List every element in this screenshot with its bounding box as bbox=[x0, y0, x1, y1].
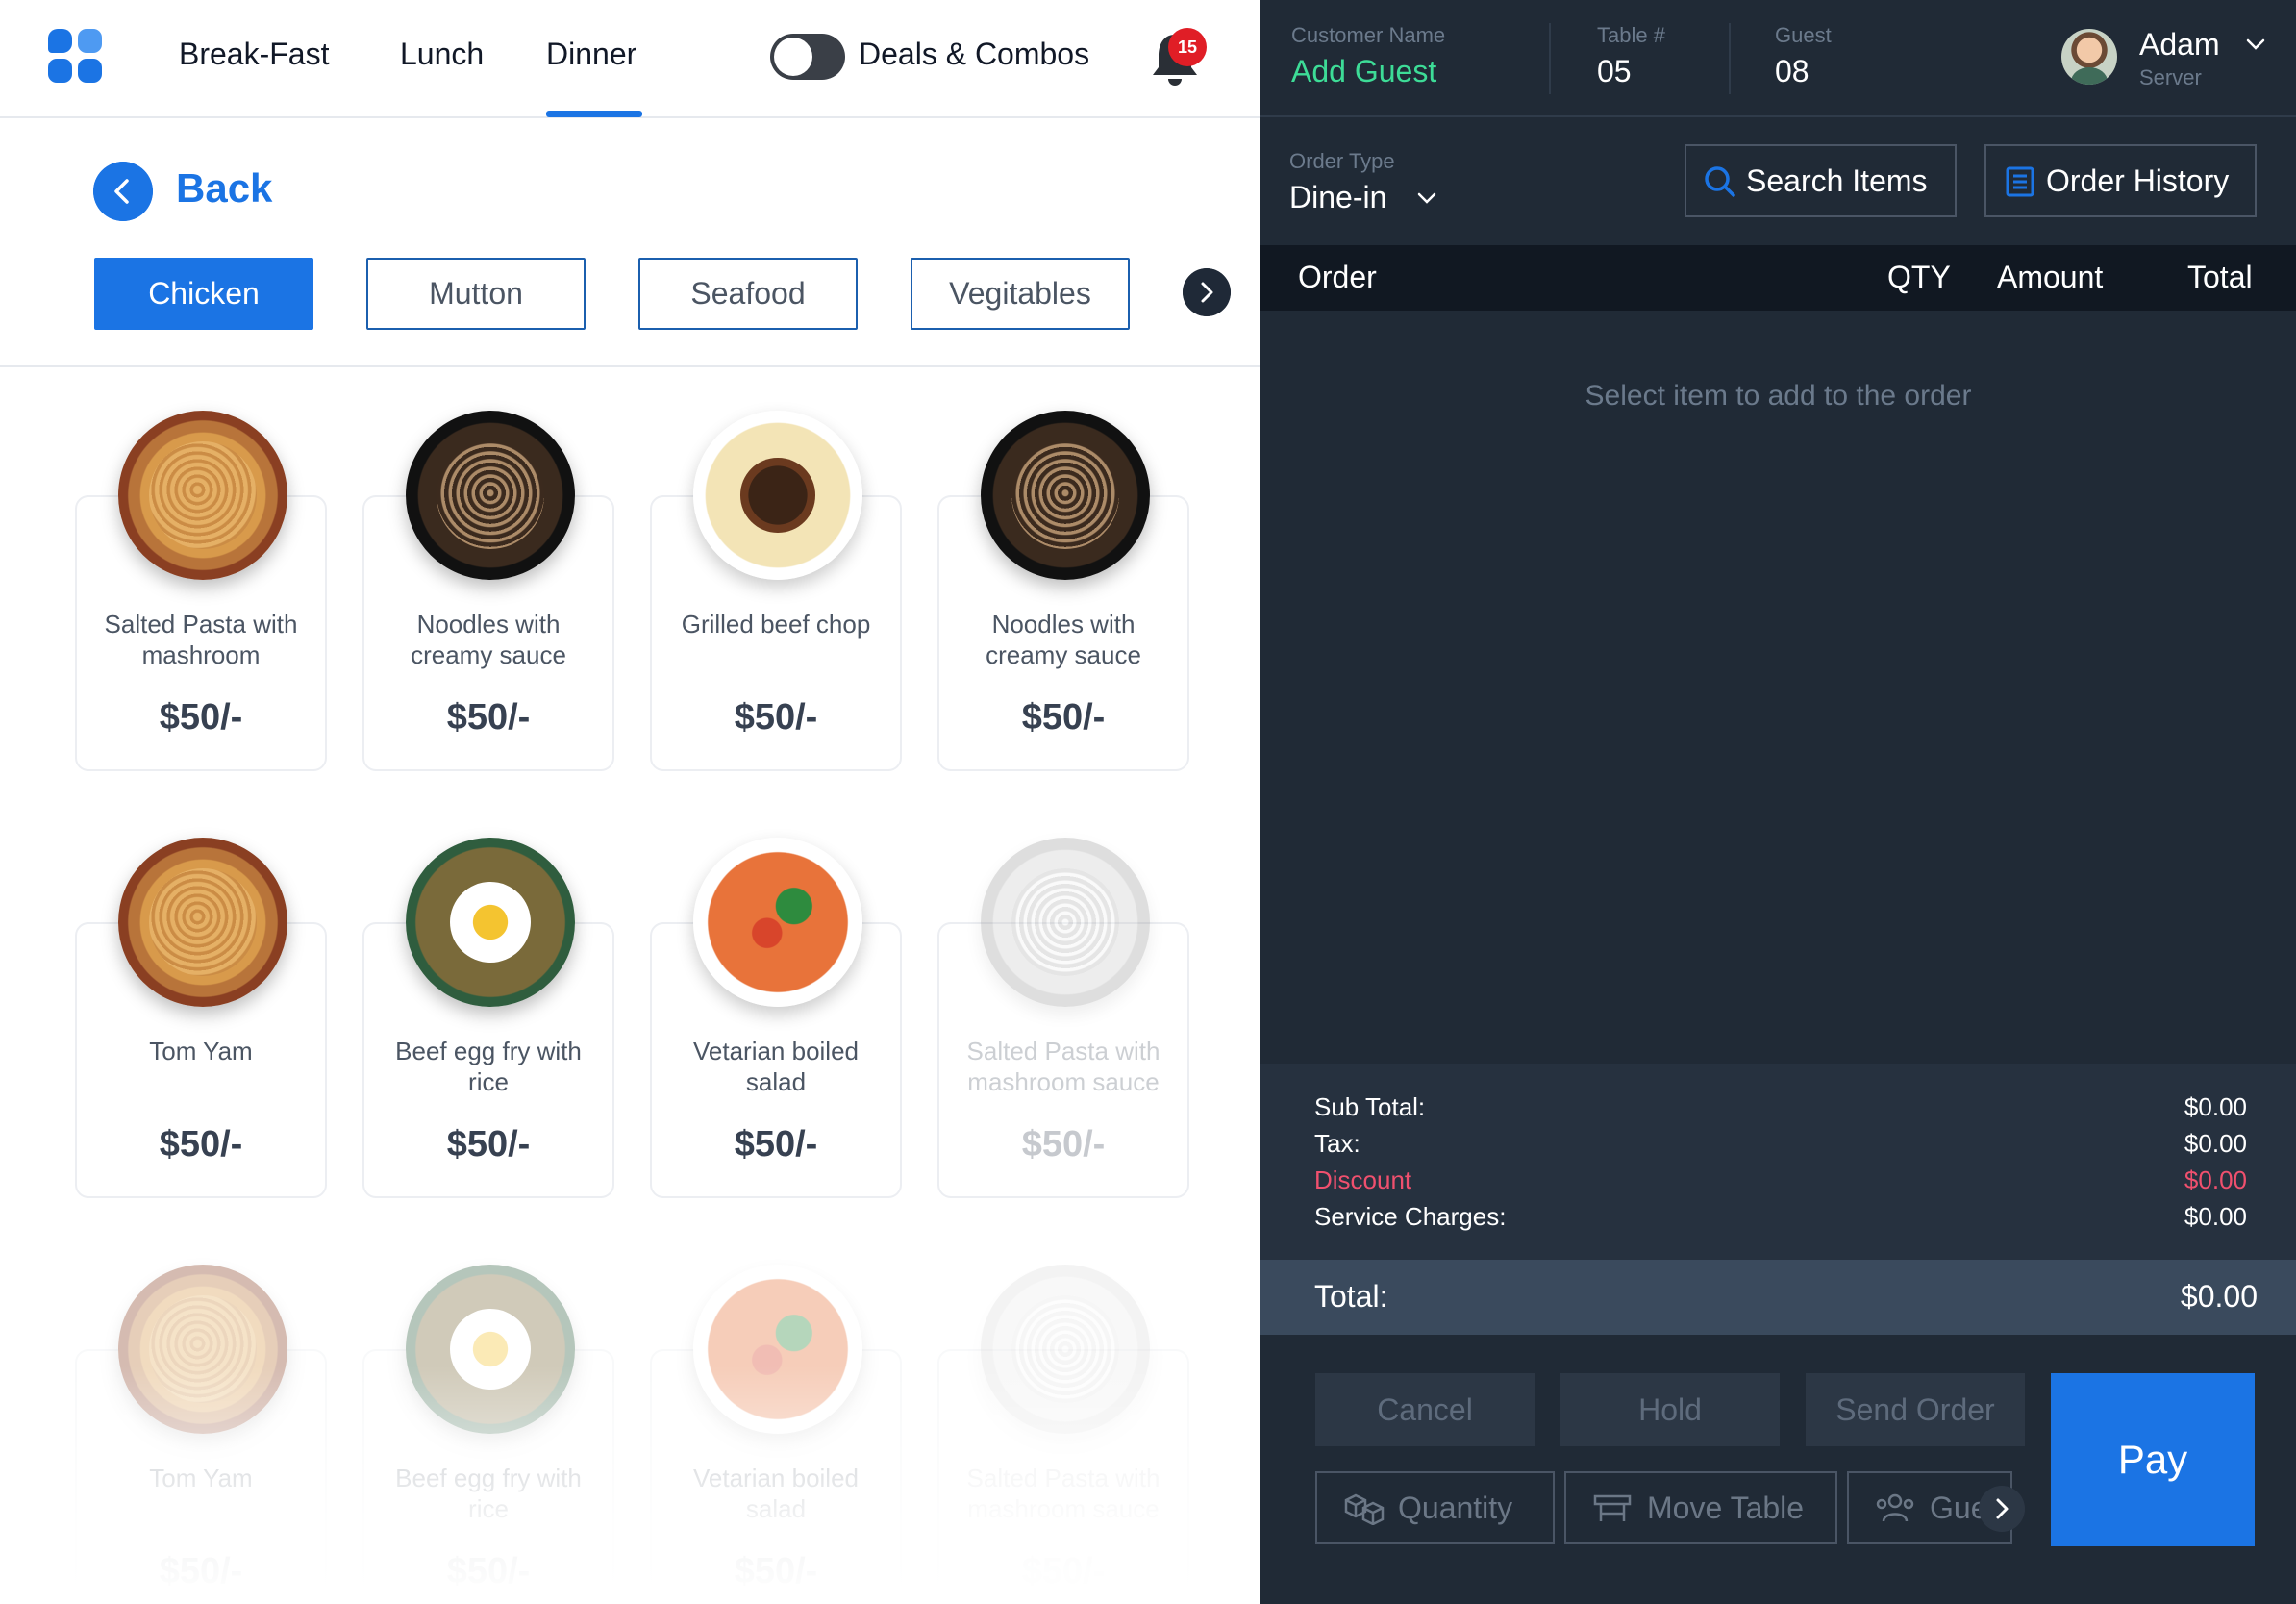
table-label: Table # bbox=[1597, 23, 1665, 47]
menu-item-name: Grilled beef chop bbox=[681, 610, 871, 639]
chevron-right-icon[interactable] bbox=[1183, 268, 1231, 316]
active-tab-indicator bbox=[546, 111, 642, 117]
col-qty: QTY bbox=[1887, 260, 1951, 294]
dish-image bbox=[981, 838, 1150, 1007]
menu-item-price: $50/- bbox=[1021, 697, 1106, 738]
menu-item-name: Beef egg fry with rice bbox=[395, 1037, 582, 1096]
table-icon bbox=[1593, 1494, 1632, 1521]
menu-item-card[interactable]: Vetarian boiled salad $50/- bbox=[650, 838, 902, 1198]
move-table-button[interactable]: Move Table bbox=[1564, 1471, 1837, 1544]
dish-image bbox=[118, 838, 287, 1007]
menu-item-price: $50/- bbox=[734, 1124, 818, 1165]
menu-item-card[interactable]: Salted Pasta with mashroom sauce $50/- bbox=[937, 838, 1189, 1198]
col-order: Order bbox=[1298, 260, 1377, 294]
notification-badge: 15 bbox=[1168, 28, 1207, 66]
menu-item-card[interactable]: Noodles with creamy sauce $50/- bbox=[937, 411, 1189, 771]
menu-item-price: $50/- bbox=[446, 1124, 531, 1165]
menu-item-price: $50/- bbox=[159, 1124, 243, 1165]
chevron-down-icon[interactable] bbox=[1416, 190, 1437, 206]
col-total: Total bbox=[2187, 260, 2253, 294]
table-number: 05 bbox=[1597, 54, 1632, 88]
order-history-button[interactable]: Order History bbox=[1984, 144, 2257, 217]
avatar[interactable] bbox=[2061, 29, 2117, 85]
guest-label: Guest bbox=[1775, 23, 1832, 47]
col-amount: Amount bbox=[1997, 260, 2104, 294]
scroll-fade bbox=[0, 1366, 1260, 1604]
menu-item-card[interactable]: Tom Yam $50/- bbox=[75, 838, 327, 1198]
app-logo-icon[interactable] bbox=[48, 29, 104, 85]
menu-item-name: Noodles with creamy sauce bbox=[411, 610, 566, 669]
order-history-label: Order History bbox=[2046, 163, 2230, 198]
order-type-select[interactable]: Dine-in bbox=[1289, 180, 1386, 215]
cancel-button[interactable]: Cancel bbox=[1315, 1373, 1535, 1446]
dish-image bbox=[981, 411, 1150, 580]
menu-item-name: Noodles with creamy sauce bbox=[986, 610, 1141, 669]
menu-item-card[interactable]: Beef egg fry with rice $50/- bbox=[362, 838, 614, 1198]
users-icon bbox=[1876, 1493, 1914, 1522]
category-vegitables[interactable]: Vegitables bbox=[911, 258, 1130, 330]
order-panel: Customer Name Add Guest Table # 05 Guest… bbox=[1260, 0, 2296, 1604]
order-summary: Sub Total: $0.00 Tax: $0.00 Discount $0.00 … bbox=[1260, 1064, 2296, 1260]
menu-item-name: Salted Pasta with mashroom bbox=[104, 610, 298, 669]
guest-count: 08 bbox=[1775, 54, 1809, 88]
menu-panel: Break-Fast Lunch Dinner Deals & Combos 1… bbox=[0, 0, 1260, 1604]
separator bbox=[1549, 23, 1551, 94]
menu-item-price: $50/- bbox=[734, 697, 818, 738]
quantity-button[interactable]: Quantity bbox=[1315, 1471, 1555, 1544]
back-link[interactable]: Back bbox=[176, 165, 272, 212]
search-icon bbox=[1705, 166, 1735, 197]
menu-item-card[interactable]: Noodles with creamy sauce $50/- bbox=[362, 411, 614, 771]
top-nav: Break-Fast Lunch Dinner Deals & Combos 1… bbox=[0, 0, 1260, 118]
dish-image bbox=[406, 838, 575, 1007]
search-items-button[interactable]: Search Items bbox=[1685, 144, 1957, 217]
menu-item-name: Salted Pasta with mashroom sauce bbox=[966, 1037, 1160, 1096]
customer-name-label: Customer Name bbox=[1291, 23, 1446, 47]
list-icon bbox=[2006, 166, 2034, 197]
menu-item-price: $50/- bbox=[159, 697, 243, 738]
total-row: Total: $0.00 bbox=[1260, 1260, 2296, 1335]
menu-item-price: $50/- bbox=[446, 697, 531, 738]
dish-image bbox=[406, 411, 575, 580]
chevron-down-icon[interactable] bbox=[2245, 37, 2266, 52]
divider bbox=[0, 365, 1260, 367]
user-role: Server bbox=[2139, 65, 2202, 89]
pay-button[interactable]: Pay bbox=[2051, 1373, 2255, 1546]
search-items-label: Search Items bbox=[1746, 163, 1928, 198]
order-header: Customer Name Add Guest Table # 05 Guest… bbox=[1260, 0, 2296, 117]
add-guest-link[interactable]: Add Guest bbox=[1291, 54, 1436, 89]
dish-image bbox=[693, 838, 862, 1007]
deals-label: Deals & Combos bbox=[859, 37, 1090, 71]
back-arrow-icon[interactable] bbox=[93, 162, 153, 221]
order-table-header: Order QTY Amount Total bbox=[1260, 245, 2296, 311]
menu-item-card[interactable]: Grilled beef chop $50/- bbox=[650, 411, 902, 771]
boxes-icon bbox=[1344, 1493, 1385, 1525]
user-name[interactable]: Adam bbox=[2139, 27, 2220, 63]
dish-image bbox=[118, 411, 287, 580]
separator bbox=[1729, 23, 1731, 94]
tab-breakfast[interactable]: Break-Fast bbox=[179, 37, 329, 72]
menu-item-price: $50/- bbox=[1021, 1124, 1106, 1165]
menu-item-name: Tom Yam bbox=[149, 1037, 253, 1065]
hold-button[interactable]: Hold bbox=[1560, 1373, 1780, 1446]
chevron-right-icon[interactable] bbox=[1979, 1486, 2025, 1532]
tab-lunch[interactable]: Lunch bbox=[400, 37, 484, 72]
dish-image bbox=[693, 411, 862, 580]
menu-item-name: Vetarian boiled salad bbox=[692, 1037, 860, 1096]
deals-toggle[interactable] bbox=[770, 34, 845, 80]
menu-item-card[interactable]: Salted Pasta with mashroom $50/- bbox=[75, 411, 327, 771]
category-chicken[interactable]: Chicken bbox=[94, 258, 313, 330]
send-order-button[interactable]: Send Order bbox=[1806, 1373, 2025, 1446]
category-seafood[interactable]: Seafood bbox=[638, 258, 858, 330]
tab-dinner[interactable]: Dinner bbox=[546, 37, 636, 72]
order-type-label: Order Type bbox=[1289, 149, 1395, 173]
category-mutton[interactable]: Mutton bbox=[366, 258, 586, 330]
empty-order-message: Select item to add to the order bbox=[1585, 380, 1972, 412]
